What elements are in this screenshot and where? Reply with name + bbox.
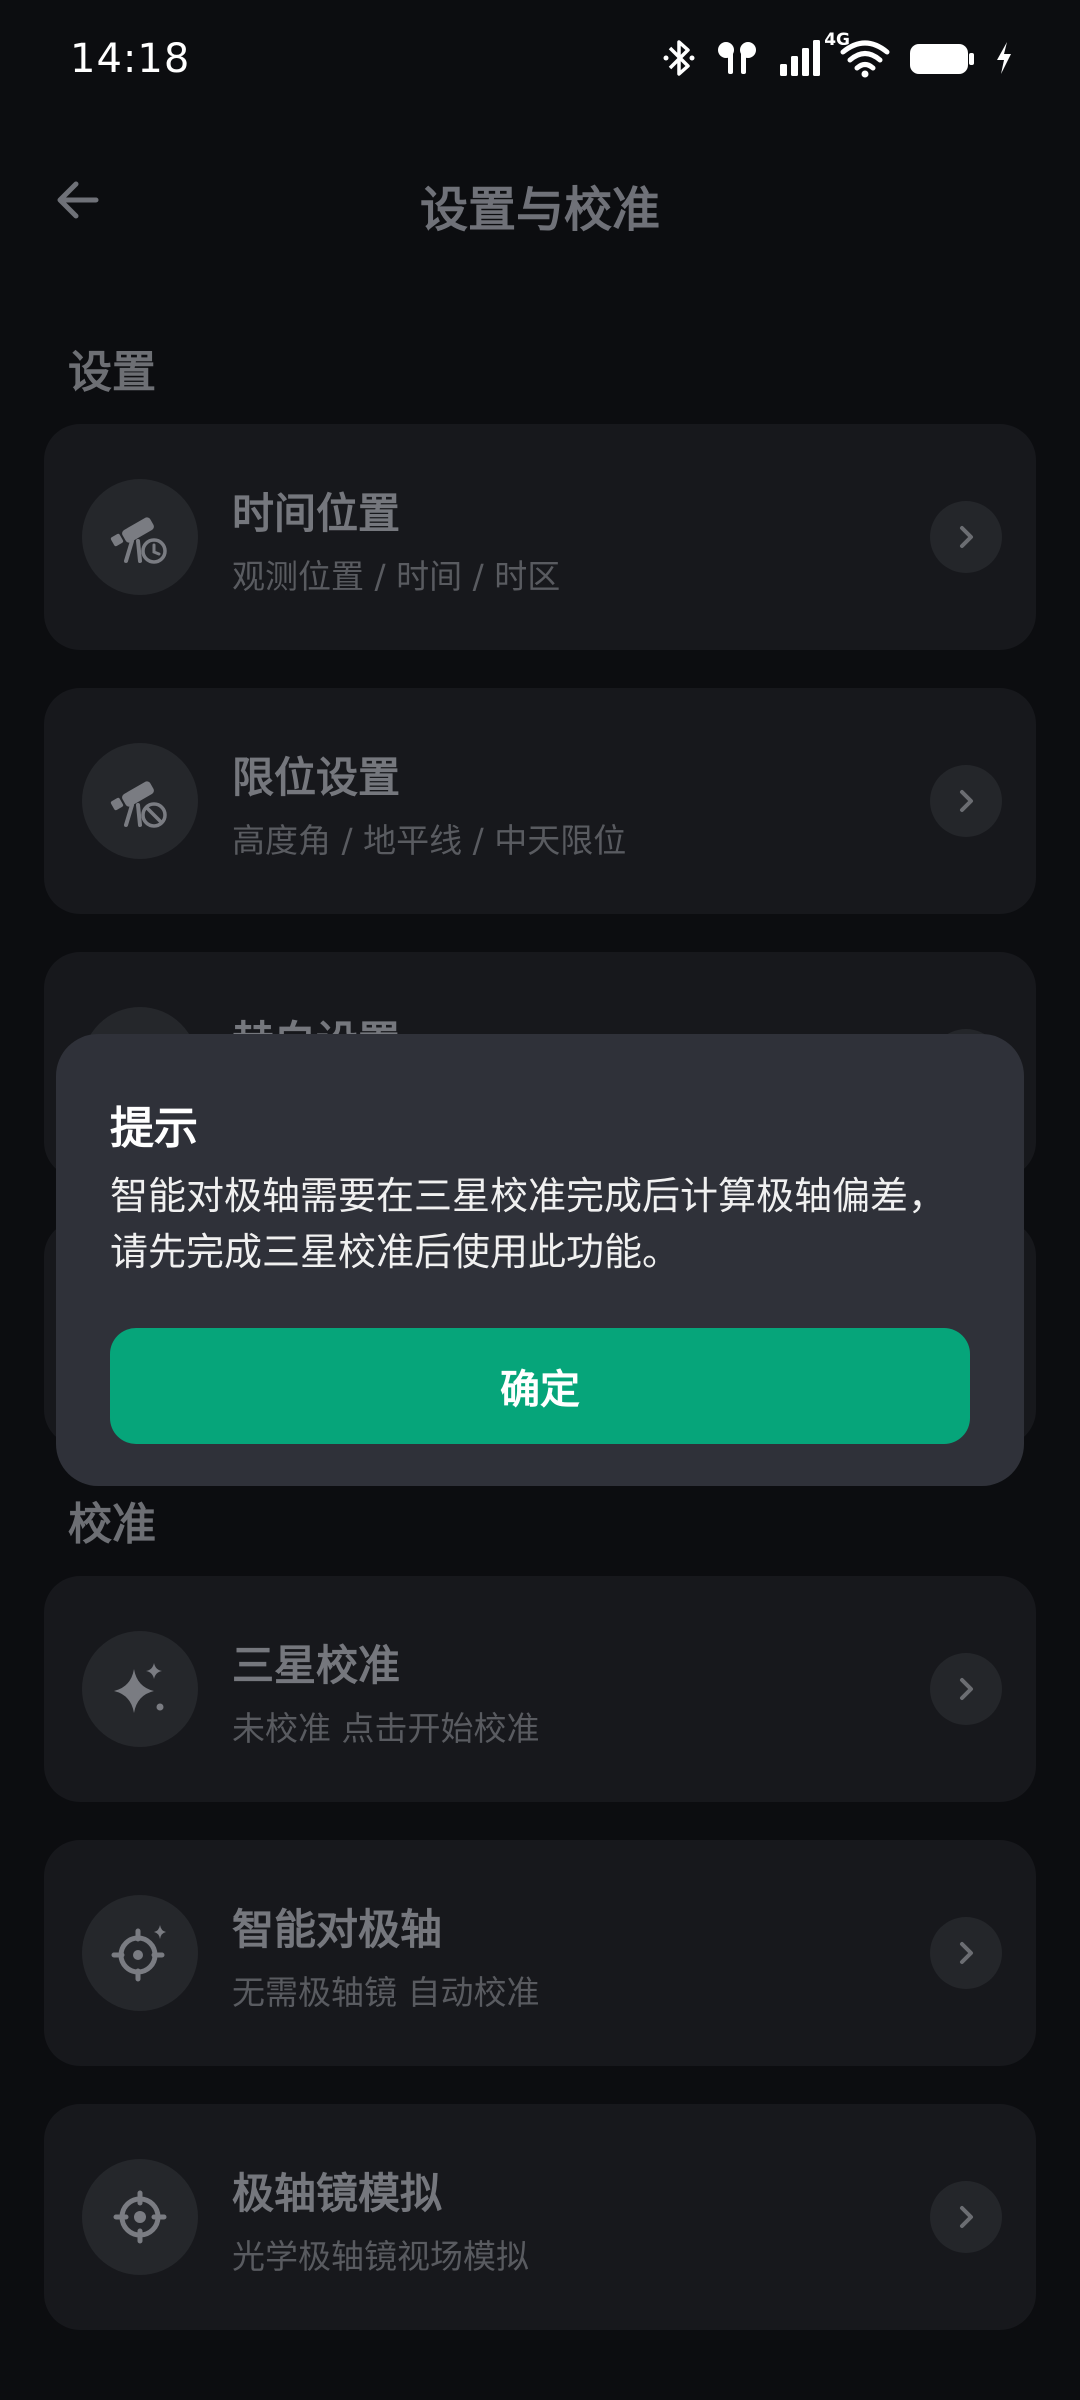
calibration-item-smart-polar[interactable]: 智能对极轴 无需极轴镜 自动校准 xyxy=(44,1840,1036,2066)
settings-item-limits[interactable]: 限位设置 高度角 / 地平线 / 中天限位 xyxy=(44,688,1036,914)
settings-calibration-screen: 14:18 4G 设置与校准 设置 时间位置 观测位置 / 时间 / 时区 限位… xyxy=(0,0,1080,2400)
section-title-calibration: 校准 xyxy=(68,1499,156,1550)
calibration-item-three-star[interactable]: 三星校准 未校准 点击开始校准 xyxy=(44,1576,1036,1802)
sparkle-stars-icon xyxy=(82,1631,198,1747)
dialog-message: 智能对极轴需要在三星校准完成后计算极轴偏差，请先完成三星校准后使用此功能。 xyxy=(110,1174,947,1274)
header: 设置与校准 xyxy=(0,150,1080,250)
item-subtitle: 光学极轴镜视场模拟 xyxy=(232,2237,529,2276)
confirm-button[interactable]: 确定 xyxy=(110,1328,970,1444)
earbuds-icon xyxy=(718,42,756,74)
wifi-icon xyxy=(840,40,890,78)
telescope-clock-icon xyxy=(82,479,198,595)
chevron-right-icon xyxy=(930,501,1002,573)
item-subtitle: 未校准 点击开始校准 xyxy=(232,1709,540,1748)
chevron-right-icon xyxy=(930,2181,1002,2253)
bluetooth-icon xyxy=(663,40,695,76)
section-title-settings: 设置 xyxy=(68,347,156,398)
dialog-title: 提示 xyxy=(110,1103,198,1154)
item-title: 三星校准 xyxy=(232,1641,401,1690)
battery-icon xyxy=(910,44,974,74)
settings-item-time-location[interactable]: 时间位置 观测位置 / 时间 / 时区 xyxy=(44,424,1036,650)
crosshair-icon xyxy=(82,2159,198,2275)
chevron-right-icon xyxy=(930,1653,1002,1725)
charging-icon xyxy=(997,42,1011,74)
item-title: 智能对极轴 xyxy=(232,1905,443,1954)
item-title: 极轴镜模拟 xyxy=(232,2169,443,2218)
telescope-block-icon xyxy=(82,743,198,859)
item-subtitle: 高度角 / 地平线 / 中天限位 xyxy=(232,821,627,860)
page-title: 设置与校准 xyxy=(419,182,660,238)
signal-icon xyxy=(780,40,820,76)
chevron-right-icon xyxy=(930,765,1002,837)
alert-dialog: 提示 智能对极轴需要在三星校准完成后计算极轴偏差，请先完成三星校准后使用此功能。… xyxy=(56,1034,1024,1486)
item-title: 时间位置 xyxy=(232,489,401,538)
item-subtitle: 无需极轴镜 自动校准 xyxy=(232,1973,540,2012)
status-time: 14:18 xyxy=(70,36,191,82)
target-sparkle-icon xyxy=(82,1895,198,2011)
calibration-item-polar-scope-sim[interactable]: 极轴镜模拟 光学极轴镜视场模拟 xyxy=(44,2104,1036,2330)
status-bar: 14:18 4G xyxy=(0,0,1080,120)
item-title: 限位设置 xyxy=(232,753,401,802)
status-icons xyxy=(662,36,1014,80)
item-subtitle: 观测位置 / 时间 / 时区 xyxy=(232,557,561,596)
chevron-right-icon xyxy=(930,1917,1002,1989)
